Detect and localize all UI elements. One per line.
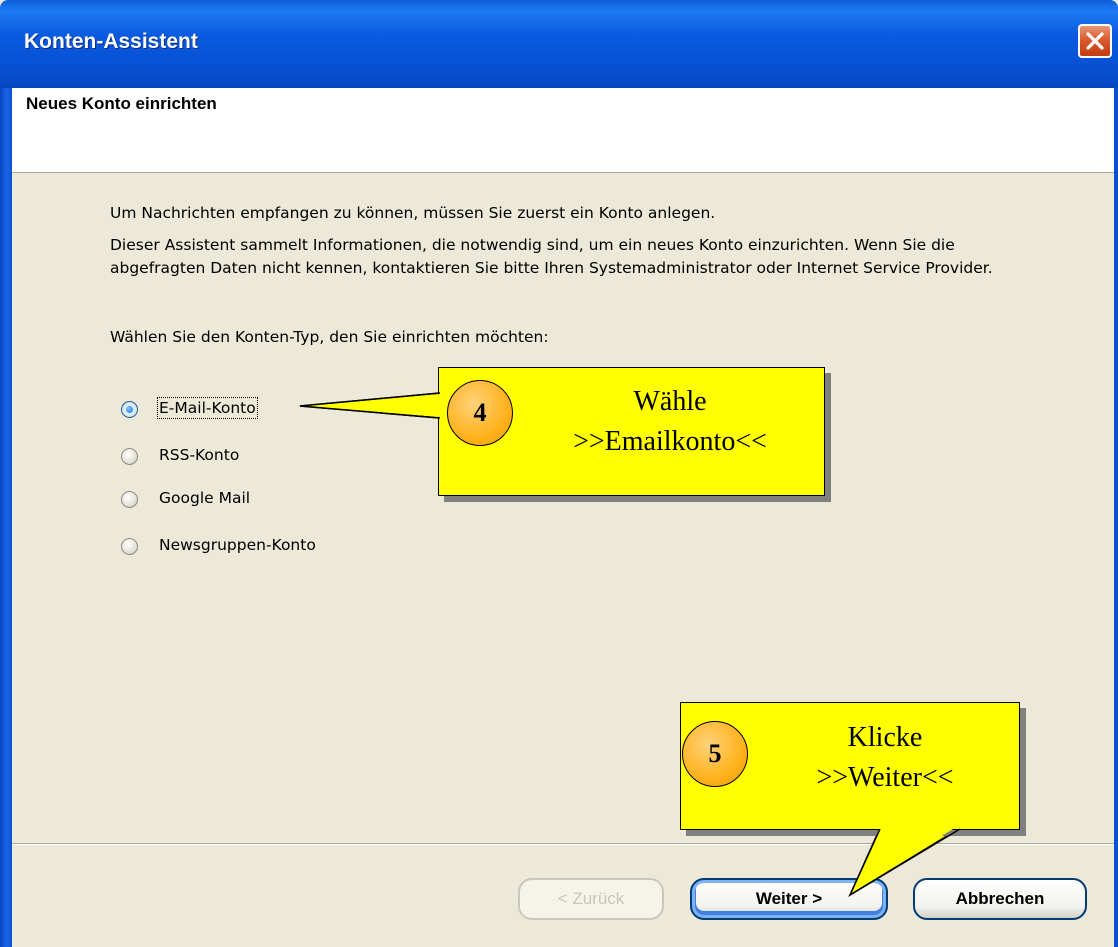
annotation-pointer-joins <box>299 392 961 897</box>
callout-4-join <box>304 394 442 417</box>
callout-5-join <box>852 826 958 890</box>
